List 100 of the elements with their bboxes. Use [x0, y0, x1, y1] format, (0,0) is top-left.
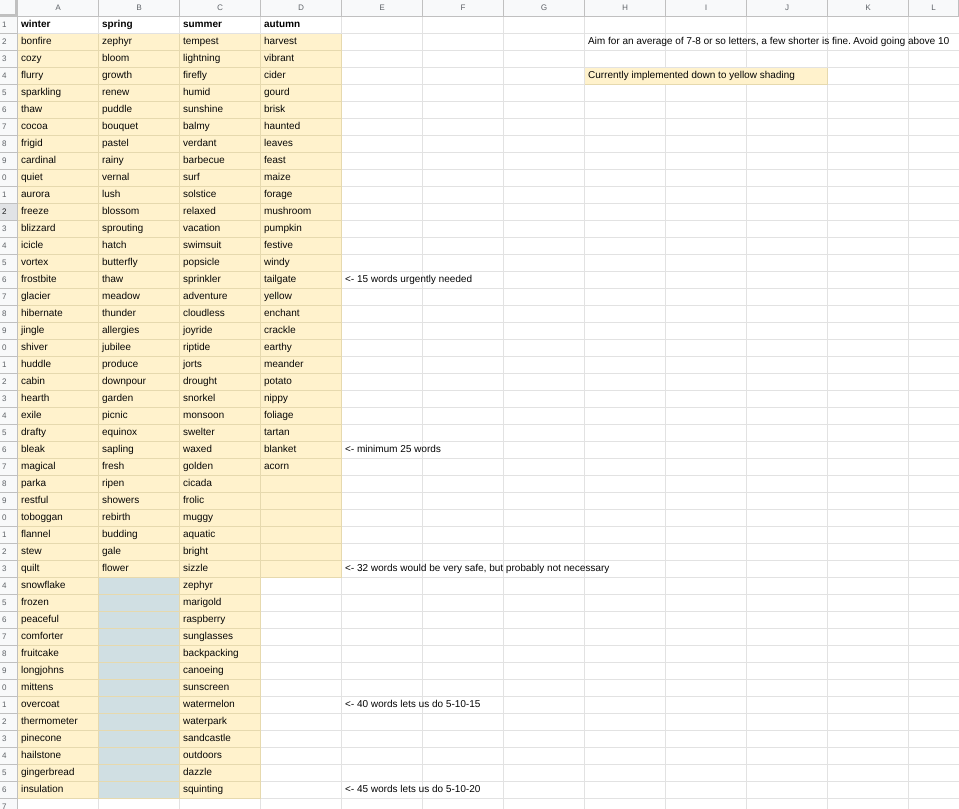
row-header[interactable]: 0	[0, 510, 18, 527]
row-header[interactable]: 8	[0, 136, 18, 153]
table-cell: pinecone	[18, 731, 99, 748]
row-header[interactable]: 9	[0, 663, 18, 680]
row-header[interactable]: 3	[0, 221, 18, 238]
column-header[interactable]: K	[828, 0, 909, 17]
row-header[interactable]: 2	[0, 374, 18, 391]
row-header[interactable]: 8	[0, 306, 18, 323]
column-header[interactable]: J	[747, 0, 828, 17]
row-header[interactable]: 5	[0, 85, 18, 102]
column-header[interactable]: F	[423, 0, 504, 17]
row-header[interactable]: 8	[0, 646, 18, 663]
table-cell: riptide	[180, 340, 261, 357]
row-header[interactable]: 6	[0, 612, 18, 629]
column-header[interactable]: E	[342, 0, 423, 17]
table-cell: snowflake	[18, 578, 99, 595]
table-cell: muggy	[180, 510, 261, 527]
table-cell: bloom	[99, 51, 180, 68]
row-header[interactable]: 9	[0, 323, 18, 340]
table-cell: firefly	[180, 68, 261, 85]
table-cell: watermelon	[180, 697, 261, 714]
table-cell: raspberry	[180, 612, 261, 629]
row-header[interactable]: 9	[0, 153, 18, 170]
row-header[interactable]: 4	[0, 748, 18, 765]
row-header[interactable]: 7	[0, 799, 18, 809]
table-cell: haunted	[261, 119, 342, 136]
row-header[interactable]: 6	[0, 442, 18, 459]
table-cell: blizzard	[18, 221, 99, 238]
row-header[interactable]: 2	[0, 204, 18, 221]
table-cell: cozy	[18, 51, 99, 68]
table-cell: comforter	[18, 629, 99, 646]
table-cell-text: summer	[182, 18, 223, 32]
row-header[interactable]: 2	[0, 544, 18, 561]
row-header[interactable]: 9	[0, 493, 18, 510]
row-header[interactable]: 5	[0, 765, 18, 782]
row-header[interactable]: 1	[0, 697, 18, 714]
table-cell: ripen	[99, 476, 180, 493]
table-cell: leaves	[261, 136, 342, 153]
row-header[interactable]: 4	[0, 68, 18, 85]
row-header[interactable]: 5	[0, 595, 18, 612]
row-header[interactable]: 0	[0, 340, 18, 357]
row-header[interactable]: 5	[0, 255, 18, 272]
row-header[interactable]: 4	[0, 408, 18, 425]
table-cell: sapling	[99, 442, 180, 459]
table-cell: meander	[261, 357, 342, 374]
table-cell: parka	[18, 476, 99, 493]
table-cell: pumpkin	[261, 221, 342, 238]
table-cell-text: <- 40 words lets us do 5-10-15	[344, 698, 482, 712]
table-cell: fresh	[99, 459, 180, 476]
row-header[interactable]: 1	[0, 187, 18, 204]
table-cell: Currently implemented down to yellow shading	[585, 68, 828, 85]
table-cell: puddle	[99, 102, 180, 119]
row-header[interactable]: 2	[0, 714, 18, 731]
row-header[interactable]: 5	[0, 425, 18, 442]
column-header[interactable]: D	[261, 0, 342, 17]
row-header[interactable]: 4	[0, 238, 18, 255]
table-cell: outdoors	[180, 748, 261, 765]
table-cell: cabin	[18, 374, 99, 391]
table-cell-text: autumn	[263, 18, 302, 32]
table-cell: longjohns	[18, 663, 99, 680]
column-header[interactable]: A	[18, 0, 99, 17]
table-cell: earthy	[261, 340, 342, 357]
row-header[interactable]: 7	[0, 629, 18, 646]
column-header[interactable]: H	[585, 0, 666, 17]
table-cell: overcoat	[18, 697, 99, 714]
row-header[interactable]: 7	[0, 119, 18, 136]
row-header[interactable]: 6	[0, 782, 18, 799]
sheet-corner[interactable]	[0, 0, 18, 17]
row-header[interactable]: 3	[0, 731, 18, 748]
column-header[interactable]: C	[180, 0, 261, 17]
column-header[interactable]: I	[666, 0, 747, 17]
row-header[interactable]: 0	[0, 680, 18, 697]
row-header[interactable]: 3	[0, 561, 18, 578]
table-cell: thaw	[99, 272, 180, 289]
table-cell: aurora	[18, 187, 99, 204]
row-header[interactable]: 7	[0, 289, 18, 306]
row-header[interactable]: 0	[0, 170, 18, 187]
row-header[interactable]: 2	[0, 34, 18, 51]
table-cell: potato	[261, 374, 342, 391]
table-cell: equinox	[99, 425, 180, 442]
table-cell: gale	[99, 544, 180, 561]
table-cell: gingerbread	[18, 765, 99, 782]
row-header[interactable]: 1	[0, 17, 18, 34]
column-header[interactable]: G	[504, 0, 585, 17]
row-header[interactable]: 3	[0, 391, 18, 408]
column-header[interactable]: B	[99, 0, 180, 17]
table-cell: picnic	[99, 408, 180, 425]
row-header[interactable]: 7	[0, 459, 18, 476]
row-header[interactable]: 3	[0, 51, 18, 68]
row-header[interactable]: 4	[0, 578, 18, 595]
table-cell: thaw	[18, 102, 99, 119]
table-cell: sunshine	[180, 102, 261, 119]
row-header[interactable]: 6	[0, 102, 18, 119]
row-header[interactable]: 6	[0, 272, 18, 289]
column-header[interactable]: L	[909, 0, 959, 17]
row-header[interactable]: 1	[0, 357, 18, 374]
row-header[interactable]: 1	[0, 527, 18, 544]
row-header[interactable]: 8	[0, 476, 18, 493]
table-cell: cloudless	[180, 306, 261, 323]
table-cell: humid	[180, 85, 261, 102]
